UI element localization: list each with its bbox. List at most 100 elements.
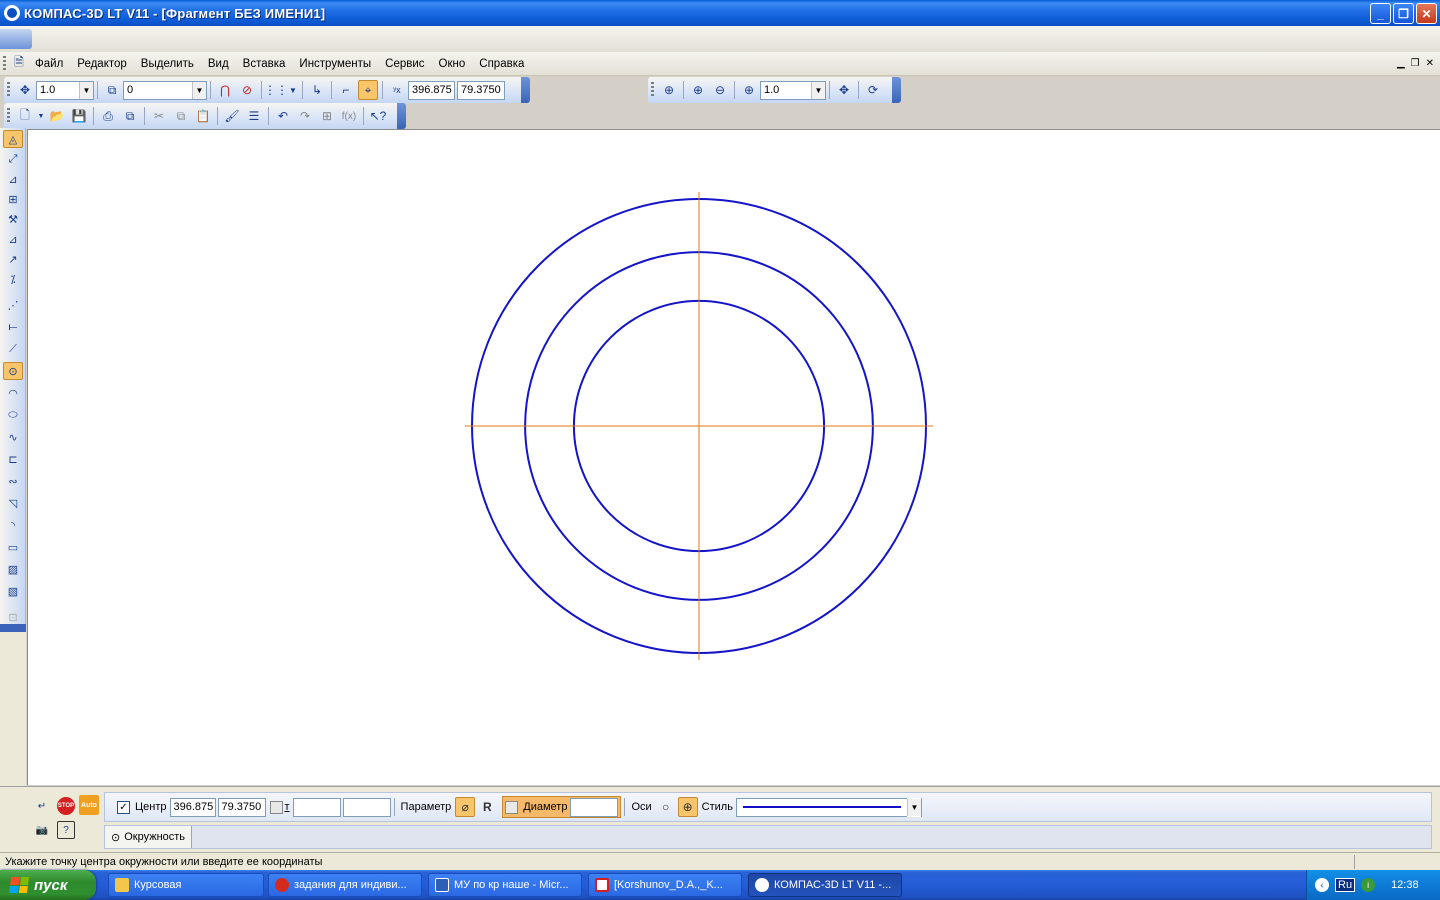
zoom-combo[interactable]: 1.0 ▼ bbox=[760, 80, 826, 100]
polyline-tool-icon[interactable]: ⊏ bbox=[3, 450, 23, 468]
point-x-field[interactable] bbox=[292, 797, 341, 817]
spline-tool-icon[interactable]: ∿ bbox=[3, 428, 23, 446]
auto-create-icon[interactable]: Auto bbox=[79, 795, 99, 815]
copy-properties-icon[interactable]: 🖌 bbox=[222, 106, 242, 126]
chamfer-tool-icon[interactable]: ◹ bbox=[3, 494, 23, 512]
local-cs-icon[interactable]: ↳ bbox=[307, 80, 327, 100]
line-style-select[interactable]: ▼ bbox=[735, 797, 922, 817]
snap-magnet-icon[interactable]: ⋂ bbox=[215, 80, 235, 100]
properties-icon[interactable]: ☰ bbox=[244, 106, 264, 126]
select-panel-icon[interactable]: ↗ bbox=[3, 250, 23, 268]
center-checkbox[interactable]: ✓ bbox=[117, 800, 130, 814]
point-y-field[interactable] bbox=[342, 797, 391, 817]
center-y-field[interactable]: 79.3750 bbox=[217, 797, 266, 817]
paste-icon[interactable]: 📋 bbox=[193, 106, 213, 126]
menu-insert[interactable]: Вставка bbox=[236, 58, 293, 70]
with-axes-icon[interactable]: ⊕ bbox=[677, 797, 698, 817]
tray-lang-icon[interactable]: Ru bbox=[1335, 878, 1356, 892]
round-coords-icon[interactable]: ⌖ bbox=[358, 80, 378, 100]
zoom-out-icon[interactable]: ⊖ bbox=[710, 80, 730, 100]
chevron-down-icon[interactable]: ▼ bbox=[192, 81, 206, 99]
parametrization-panel-icon[interactable]: ⚒ bbox=[3, 210, 23, 228]
measure-panel-icon[interactable]: ⊿ bbox=[3, 230, 23, 248]
cursor-y-field[interactable]: 79.3750 bbox=[457, 80, 505, 100]
chevron-down-icon[interactable]: ▼ bbox=[906, 798, 921, 816]
toolbar-options-icon[interactable] bbox=[397, 103, 406, 129]
menu-editor[interactable]: Редактор bbox=[70, 58, 134, 70]
layer-icon[interactable]: ⧉ bbox=[102, 80, 122, 100]
diameter-checkbox[interactable] bbox=[505, 800, 519, 814]
step-combo[interactable]: 1.0 ▼ bbox=[36, 80, 94, 100]
bezier-tool-icon[interactable]: ∾ bbox=[3, 472, 23, 490]
chevron-down-icon[interactable]: ▼ bbox=[79, 81, 93, 99]
local-snap-icon[interactable]: ⊘ bbox=[237, 80, 257, 100]
menu-view[interactable]: Вид bbox=[201, 58, 236, 70]
mdi-restore-icon[interactable]: ❐ bbox=[1411, 58, 1420, 69]
start-button[interactable]: пуск bbox=[0, 870, 96, 900]
task-opera[interactable]: задания для индиви... bbox=[268, 873, 422, 897]
radius-mode-button[interactable]: R bbox=[477, 797, 497, 817]
layer-combo[interactable]: 0 ▼ bbox=[123, 80, 207, 100]
mdi-close-icon[interactable]: ✕ bbox=[1426, 58, 1434, 69]
print-icon[interactable]: ⧉ bbox=[120, 106, 140, 126]
create-object-icon[interactable]: ↵ bbox=[33, 797, 51, 815]
cut-icon[interactable]: ✂ bbox=[149, 106, 169, 126]
diameter-mode-icon[interactable]: ⌀ bbox=[455, 797, 476, 817]
menu-window[interactable]: Окно bbox=[432, 58, 473, 70]
grid-icon[interactable]: ⋮⋮ bbox=[264, 80, 288, 100]
point-checkbox[interactable] bbox=[269, 800, 283, 814]
minimize-button[interactable]: _ bbox=[1370, 3, 1391, 24]
no-axes-icon[interactable]: ○ bbox=[656, 797, 676, 817]
function-icon[interactable]: f(x) bbox=[339, 106, 359, 126]
mdi-minimize-icon[interactable]: ▁ bbox=[1397, 58, 1405, 69]
menu-tools[interactable]: Инструменты bbox=[292, 58, 378, 70]
compact-toolbar-options-icon[interactable] bbox=[0, 624, 26, 632]
new-document-icon[interactable]: 🗋 bbox=[15, 106, 35, 126]
kompas-app-icon[interactable] bbox=[4, 5, 20, 21]
fillet-tool-icon[interactable]: ◝ bbox=[3, 516, 23, 534]
cursor-x-field[interactable]: 396.875 bbox=[408, 80, 455, 100]
step-cursor-icon[interactable]: ✥ bbox=[15, 80, 35, 100]
menu-grip[interactable] bbox=[3, 55, 6, 72]
task-word[interactable]: МУ по кр наше - Micr... bbox=[428, 873, 582, 897]
variables-icon[interactable]: ⊞ bbox=[317, 106, 337, 126]
tab-circle[interactable]: ⊙ Окружность bbox=[105, 826, 193, 848]
ortho-mode-icon[interactable]: ⌐ bbox=[336, 80, 356, 100]
toolbar-grip[interactable] bbox=[7, 108, 10, 124]
open-folder-icon[interactable]: 📂 bbox=[47, 106, 67, 126]
designations-panel-icon[interactable]: ⊿ bbox=[3, 170, 23, 188]
stop-command-icon[interactable]: STOP bbox=[57, 797, 75, 815]
task-kompas[interactable]: КОМПАС-3D LT V11 -... bbox=[748, 873, 902, 897]
toolbar-options-icon[interactable] bbox=[892, 77, 901, 103]
print-preview-icon[interactable]: ⎙ bbox=[98, 106, 118, 126]
geometry-panel-icon[interactable]: ◬ bbox=[3, 130, 23, 148]
undo-icon[interactable]: ↶ bbox=[273, 106, 293, 126]
task-pdf[interactable]: [Korshunov_D.A.,_K... bbox=[588, 873, 742, 897]
arc-tool-icon[interactable]: ◠ bbox=[3, 384, 23, 402]
spec-panel-icon[interactable]: ⁒ bbox=[3, 270, 23, 288]
toolbar-grip[interactable] bbox=[7, 82, 10, 98]
rectangle-tool-icon[interactable]: ▭ bbox=[3, 538, 23, 556]
menu-file[interactable]: Файл bbox=[28, 58, 70, 70]
axis-line-tool-icon[interactable]: ⟝ bbox=[3, 318, 23, 336]
chevron-down-icon[interactable]: ▼ bbox=[811, 81, 825, 99]
center-x-field[interactable]: 396.875 bbox=[169, 797, 216, 817]
maximize-button[interactable]: ❐ bbox=[1393, 3, 1414, 24]
point-tool-icon[interactable]: ⋰ bbox=[3, 296, 23, 314]
ellipse-tool-icon[interactable]: ⬭ bbox=[3, 406, 23, 424]
new-dropdown-icon[interactable]: ▼ bbox=[37, 106, 45, 126]
drawing-canvas[interactable] bbox=[27, 129, 1440, 785]
top-strip-handle[interactable] bbox=[0, 29, 32, 49]
diameter-field[interactable] bbox=[570, 797, 619, 817]
pan-icon[interactable]: ✥ bbox=[834, 80, 854, 100]
tray-back-icon[interactable]: ‹ bbox=[1315, 878, 1329, 892]
snapshot-icon[interactable]: 📷 bbox=[33, 821, 51, 839]
dimensions-panel-icon[interactable]: ⤢ bbox=[3, 150, 23, 168]
zoom-window-icon[interactable]: ⊕ bbox=[659, 80, 679, 100]
context-help-icon[interactable]: ↖? bbox=[368, 106, 388, 126]
grid-dropdown-icon[interactable]: ▼ bbox=[288, 80, 298, 100]
redo-icon[interactable]: ↷ bbox=[295, 106, 315, 126]
contour-tool-icon[interactable]: ▧ bbox=[3, 582, 23, 600]
zoom-scale-icon[interactable]: ⊕ bbox=[739, 80, 759, 100]
toolbar-grip[interactable] bbox=[651, 82, 654, 98]
